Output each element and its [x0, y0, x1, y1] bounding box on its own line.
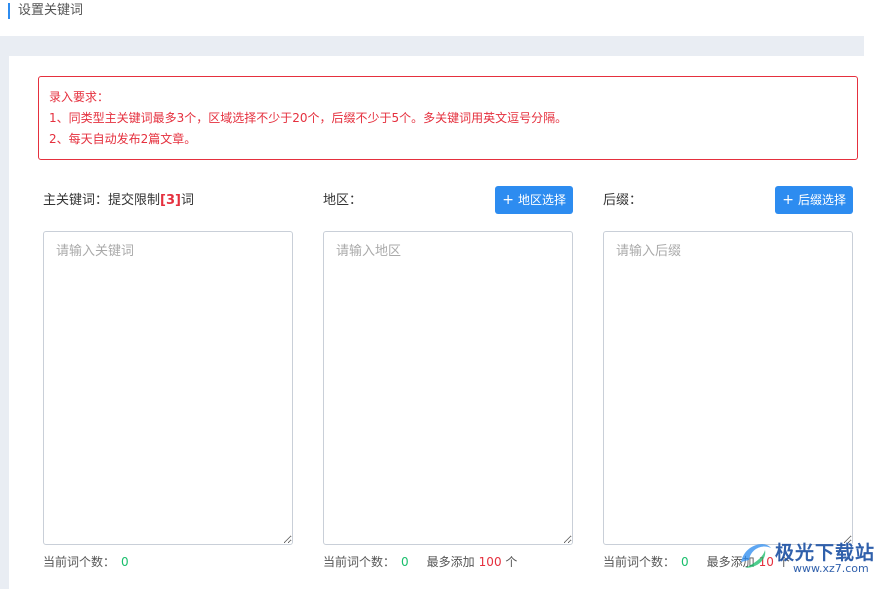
region-count: 0 — [401, 555, 409, 569]
keyword-settings-page: 设置关键词 录入要求： 1、同类型主关键词最多3个，区域选择不少于20个，后缀不… — [0, 0, 890, 589]
region-counter: 当前词个数： 0 最多添加 100 个 — [323, 553, 517, 570]
region-select-button-label: 地区选择 — [517, 193, 566, 207]
main-keyword-counter: 当前词个数： 0 — [43, 553, 129, 570]
main-keyword-limit: [3] — [160, 193, 181, 208]
notice-rule-2: 2、每天自动发布2篇文章。 — [49, 132, 197, 146]
suffix-select-button[interactable]: + 后缀选择 — [775, 186, 853, 214]
region-max-value: 100 — [478, 555, 502, 569]
divider-band — [0, 36, 864, 56]
region-column: 地区： +地区选择 当前词个数： 0 最多添加100 个 — [323, 186, 573, 569]
main-keyword-label: 主关键词：提交限制[3]词 — [43, 186, 293, 216]
suffix-label: 后缀： + 后缀选择 — [603, 186, 853, 216]
region-label: 地区： + 地区选择 — [323, 186, 573, 216]
suffix-count: 0 — [681, 555, 689, 569]
notice-rule-1: 1、同类型主关键词最多3个，区域选择不少于20个，后缀不少于5个。多关键词用英文… — [49, 111, 568, 125]
region-label-text: 地区： — [323, 193, 363, 208]
suffix-count-label: 当前词个数： — [603, 555, 676, 569]
main-keyword-label-suffix: 词 — [180, 193, 194, 208]
plus-icon: + — [782, 192, 794, 208]
region-count-label: 当前词个数： — [323, 555, 396, 569]
region-max-label: 最多添加 — [426, 555, 475, 569]
main-keyword-count: 0 — [121, 555, 129, 569]
plus-icon: + — [502, 192, 514, 208]
notice-heading: 录入要求： — [49, 90, 110, 104]
watermark-name: 极光下载站 — [775, 542, 876, 564]
suffix-select-button-label: 后缀选择 — [797, 193, 846, 207]
suffix-column: 后缀： +后缀选择 当前词个数：0最多添加10 个 — [603, 186, 853, 569]
watermark-logo: 极光下载站 www.xz7.com — [735, 534, 885, 584]
main-keyword-count-label: 当前词个数： — [43, 555, 116, 569]
main-keyword-label-text: 主关键词：提交限制 — [43, 193, 161, 208]
suffix-label-text: 后缀： — [603, 193, 643, 208]
main-keyword-column: 主关键词：提交限制[3]词 当前词个数： 0 — [43, 186, 293, 569]
main-keyword-textarea[interactable] — [43, 231, 293, 545]
region-select-button[interactable]: + 地区选择 — [495, 186, 573, 214]
input-requirements-notice: 录入要求： 1、同类型主关键词最多3个，区域选择不少于20个，后缀不少于5个。多… — [38, 76, 858, 160]
suffix-textarea[interactable] — [603, 231, 853, 545]
left-gutter — [0, 56, 9, 589]
region-max-unit: 个 — [505, 555, 518, 569]
region-textarea[interactable] — [323, 231, 573, 545]
title-bar: 设置关键词 — [0, 0, 890, 36]
title-accent-bar — [8, 3, 10, 19]
watermark-swirl-icon — [741, 544, 771, 568]
page-title: 设置关键词 — [18, 3, 84, 18]
watermark-url: www.xz7.com — [793, 562, 869, 575]
